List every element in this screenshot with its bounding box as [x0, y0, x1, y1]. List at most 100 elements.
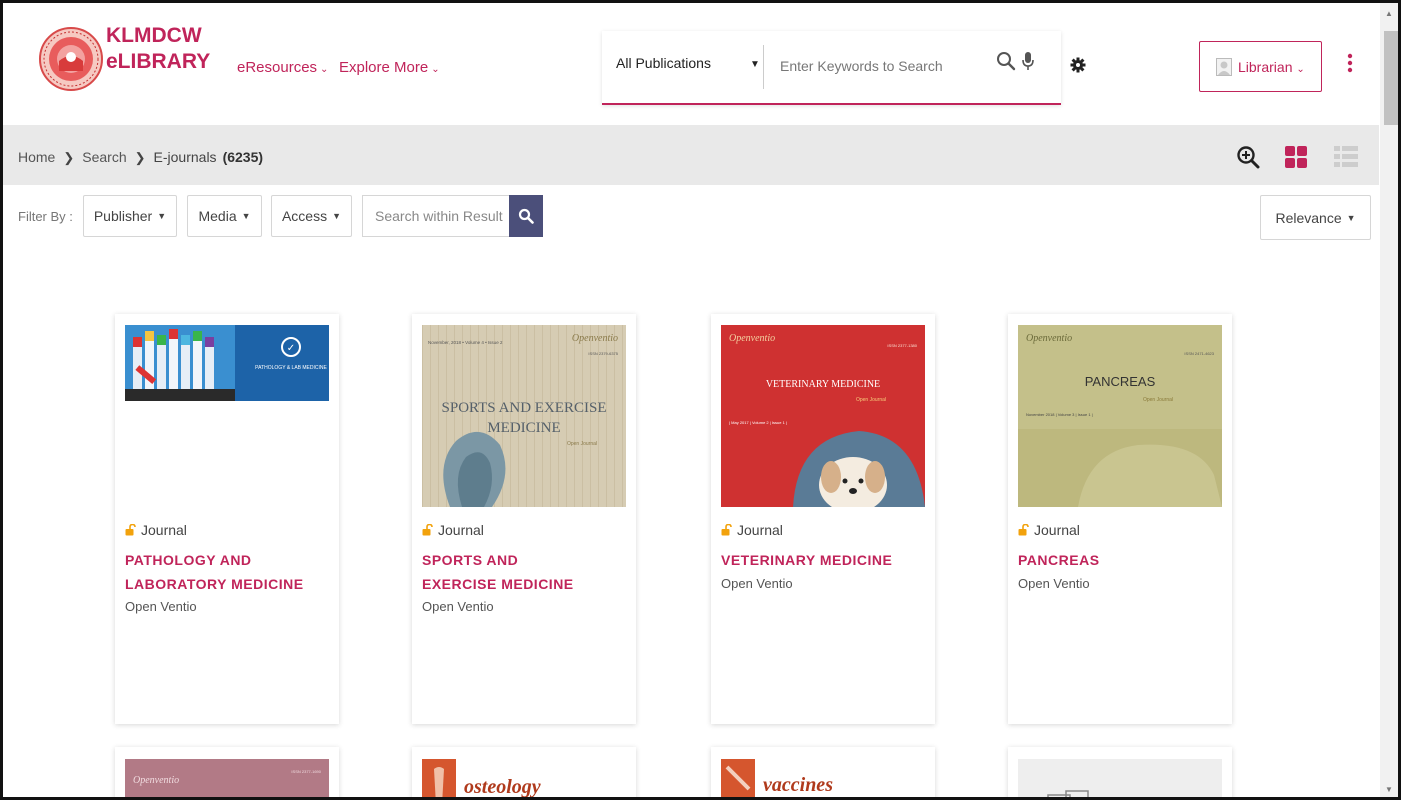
journal-cover-image[interactable]: ✓ PATHOLOGY & LAB MEDICINE [125, 325, 329, 507]
publication-scope-select[interactable]: All Publications [616, 55, 711, 71]
caret-down-icon: ▼ [241, 211, 251, 221]
caret-down-icon[interactable]: ▼ [750, 59, 760, 70]
journal-card[interactable]: Openventio ISSN 2377-1690 [115, 747, 339, 800]
card-type: Journal [721, 522, 783, 538]
journal-cover-image[interactable]: Openventio ISSN 2377-1690 [125, 759, 329, 800]
search-within-input[interactable] [362, 195, 509, 237]
nav-explore-more[interactable]: Explore More ⌄ [339, 59, 440, 76]
card-type-label: Journal [438, 522, 484, 538]
cover-publisher: Openventio [1026, 333, 1072, 344]
cover-issn: ISSN 2471-4623 [1184, 351, 1214, 356]
journal-card[interactable]: November, 2018 • Volume 4 • Issue 2 Open… [412, 314, 636, 724]
brand-line-1: KLMDCW [106, 24, 202, 47]
journal-cover-image[interactable]: November, 2018 • Volume 4 • Issue 2 Open… [422, 325, 626, 507]
breadcrumb-bar: Home ❯ Search ❯ E-journals (6235) [3, 125, 1379, 185]
card-type: Journal [125, 522, 187, 538]
breadcrumb-current: E-journals [153, 149, 217, 165]
journal-card[interactable]: vaccines [711, 747, 935, 800]
card-title[interactable]: PATHOLOGY AND LABORATORY MEDICINE [125, 548, 329, 596]
access-filter-label: Access [281, 208, 328, 224]
sort-label: Relevance [1275, 209, 1342, 226]
list-view-icon[interactable] [1334, 146, 1358, 168]
search-within-button[interactable] [509, 195, 543, 237]
cover-title: osteology [464, 776, 541, 798]
open-access-lock-icon [1018, 524, 1029, 536]
journal-card[interactable]: ✓ PATHOLOGY & LAB MEDICINE Journal PATHO… [115, 314, 339, 724]
cover-title: vaccines [763, 774, 833, 796]
access-filter-button[interactable]: Access ▼ [271, 195, 352, 237]
user-role-label: Librarian [1238, 59, 1293, 75]
user-avatar-icon [1216, 58, 1232, 76]
cover-publisher: Openventio [133, 775, 179, 786]
publisher-filter-label: Publisher [93, 208, 153, 224]
cover-open-journal: Open Journal [856, 397, 886, 403]
chevron-down-icon: ⌄ [1296, 64, 1305, 75]
open-access-lock-icon [721, 524, 732, 536]
open-access-lock-icon [422, 524, 433, 536]
cover-title-line-1: SPORTS AND EXERCISE [442, 400, 607, 416]
journal-card[interactable] [1008, 747, 1232, 800]
journal-cover-image[interactable]: Openventio ISSN 2377-1380 VETERINARY MED… [721, 325, 925, 507]
brand-line-2: eLIBRARY [106, 50, 211, 73]
cover-title: VETERINARY MEDICINE [766, 379, 880, 390]
sort-relevance-button[interactable]: Relevance ▼ [1260, 195, 1371, 240]
journal-card[interactable]: Openventio ISSN 2377-1380 VETERINARY MED… [711, 314, 935, 724]
breadcrumb-home[interactable]: Home [18, 149, 55, 165]
publisher-filter-button[interactable]: Publisher ▼ [83, 195, 177, 237]
nav-explore-more-label: Explore More [339, 59, 429, 76]
cover-issue: November 2018 | Volume 3 | Issue 1 | [1026, 412, 1093, 417]
cover-issn: ISSN 2377-1690 [291, 769, 321, 774]
result-count: (6235) [222, 149, 264, 165]
grid-view-icon[interactable] [1285, 146, 1307, 168]
card-type-label: Journal [1034, 522, 1080, 538]
cover-issn: ISSN 2377-1380 [887, 343, 917, 348]
journal-card[interactable]: Openventio ISSN 2471-4623 PANCREAS Open … [1008, 314, 1232, 724]
journal-cover-image[interactable]: vaccines [721, 759, 925, 800]
cover-open-journal: Open Journal [567, 441, 597, 447]
media-filter-button[interactable]: Media ▼ [187, 195, 262, 237]
cover-publisher: Openventio [572, 333, 618, 344]
search-icon[interactable] [996, 51, 1016, 71]
filter-by-label: Filter By : [18, 209, 73, 224]
chevron-down-icon: ⌄ [320, 64, 329, 75]
browser-viewport: KLMDCW eLIBRARY eResources ⌄ Explore More… [0, 0, 1401, 800]
cover-publisher: Openventio [729, 333, 775, 344]
cover-title: PANCREAS [1085, 374, 1156, 389]
journal-cover-placeholder[interactable] [1018, 759, 1222, 800]
breadcrumb: Home ❯ Search ❯ E-journals (6235) [18, 149, 263, 166]
search-icon [518, 208, 534, 224]
brand-name[interactable]: KLMDCW eLIBRARY [106, 23, 210, 75]
chevron-down-icon: ⌄ [431, 64, 440, 75]
search-divider [763, 45, 764, 89]
keyword-search-input[interactable] [780, 53, 980, 79]
microphone-icon[interactable] [1021, 51, 1035, 72]
scroll-down-icon[interactable]: ▼ [1385, 785, 1393, 794]
caret-down-icon: ▼ [332, 211, 342, 221]
card-title[interactable]: SPORTS AND EXERCISE MEDICINE [422, 548, 582, 596]
svg-text:✓: ✓ [287, 343, 295, 354]
breadcrumb-search[interactable]: Search [82, 149, 126, 165]
site-header: KLMDCW eLIBRARY eResources ⌄ Explore More… [3, 3, 1379, 125]
nav-eresources[interactable]: eResources ⌄ [237, 59, 328, 76]
user-menu-label: Librarian ⌄ [1238, 59, 1305, 75]
journal-card[interactable]: osteology [412, 747, 636, 800]
college-logo[interactable] [38, 17, 104, 105]
card-type: Journal [1018, 522, 1080, 538]
gear-icon[interactable] [1070, 57, 1086, 73]
scroll-up-icon[interactable]: ▲ [1385, 9, 1393, 18]
card-title[interactable]: VETERINARY MEDICINE [721, 548, 925, 572]
journal-cover-image[interactable]: osteology [422, 759, 626, 800]
card-type-label: Journal [737, 522, 783, 538]
user-menu-button[interactable]: Librarian ⌄ [1199, 41, 1322, 92]
journal-cover-image[interactable]: Openventio ISSN 2471-4623 PANCREAS Open … [1018, 325, 1222, 507]
open-access-lock-icon [125, 524, 136, 536]
chevron-right-icon: ❯ [134, 150, 146, 165]
scrollbar-thumb[interactable] [1384, 31, 1398, 125]
card-title[interactable]: PANCREAS [1018, 548, 1222, 572]
cover-title-line-2: MEDICINE [487, 420, 560, 436]
chevron-right-icon: ❯ [63, 150, 75, 165]
card-publisher: Open Ventio [1018, 576, 1090, 591]
zoom-in-icon[interactable] [1236, 145, 1260, 169]
media-filter-label: Media [198, 208, 237, 224]
more-options-icon[interactable] [1347, 53, 1353, 73]
